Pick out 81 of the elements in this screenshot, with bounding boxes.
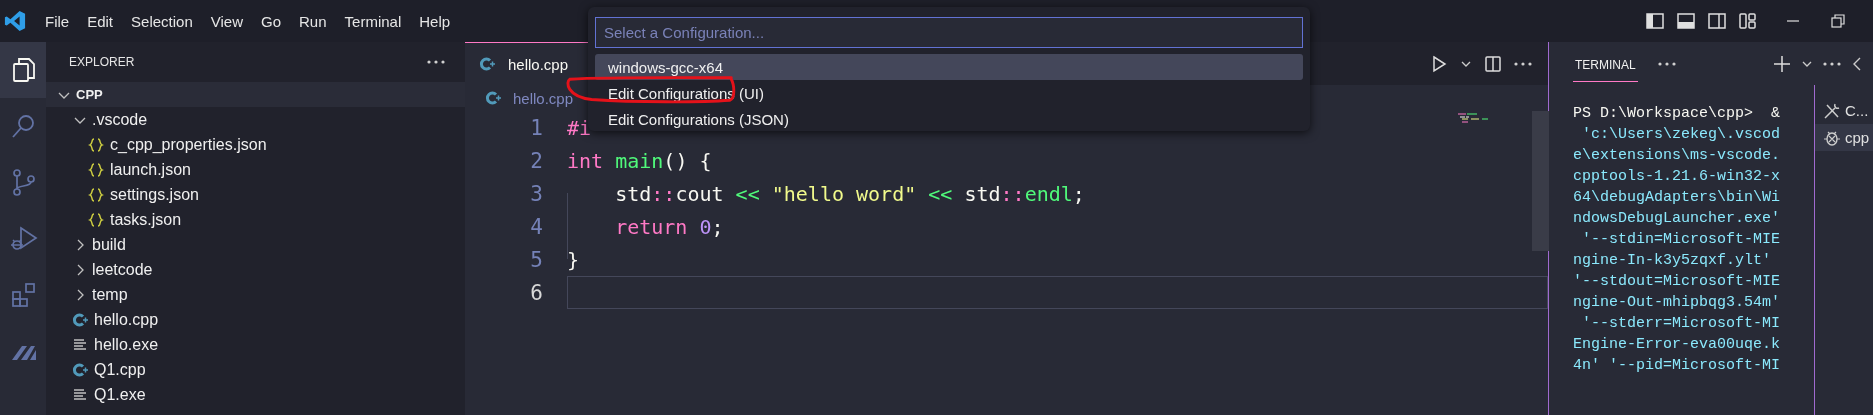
file-name[interactable]: c_cpp_properties.json [110, 135, 267, 154]
folder-name[interactable]: build [92, 235, 126, 254]
terminal-line: 4n' '--pid=Microsoft-MI [1573, 356, 1782, 376]
chevron-left-icon[interactable] [1851, 56, 1863, 71]
breadcrumb-item[interactable]: hello.cpp [513, 89, 574, 107]
folder-name[interactable]: CPP [76, 87, 103, 102]
file-name[interactable]: hello.exe [94, 335, 159, 354]
folder-name[interactable]: temp [92, 285, 128, 304]
run-icon[interactable] [1430, 54, 1448, 73]
split-editor-icon[interactable] [1484, 54, 1502, 73]
file-name[interactable]: tasks.json [110, 210, 182, 229]
c-file-icon [72, 361, 88, 378]
terminal-line: Engine-Error-eva00uqe.k [1573, 335, 1782, 355]
terminal-line: 'c:\Users\zekeg\.vscod [1581, 125, 1782, 145]
c-file-icon [72, 311, 88, 328]
sidebar-toggle-icon[interactable] [1646, 12, 1664, 30]
line-number: 3 [529, 181, 543, 206]
menu-item[interactable]: Go [252, 8, 290, 34]
more-icon[interactable] [1657, 61, 1676, 66]
editor-tab[interactable]: hello.cpp [465, 42, 589, 85]
file-name[interactable]: hello.cpp [94, 310, 159, 329]
code-line: int main() { [567, 148, 712, 173]
terminal-line: ngine-Out-mhipbqg3.54m' [1573, 293, 1782, 313]
terminal-line: '--stdin=Microsoft-MIE [1581, 230, 1782, 250]
configuration-option[interactable]: Edit Configurations (JSON) [595, 106, 1303, 132]
more-icon[interactable] [427, 60, 445, 64]
braces-icon [88, 211, 104, 228]
menu-item[interactable]: Run [290, 8, 336, 34]
terminal-line: '--stderr=Microsoft-MI [1581, 314, 1782, 334]
scrollbar[interactable] [1532, 111, 1549, 251]
more-icon[interactable] [1514, 61, 1532, 66]
layout-icon[interactable] [1739, 12, 1757, 30]
terminal-session[interactable]: cpp [1815, 124, 1873, 151]
terminal-line: '--stdout=Microsoft-MIE [1573, 272, 1782, 292]
file-name[interactable]: launch.json [110, 160, 191, 179]
menu-item[interactable]: Selection [122, 8, 202, 34]
explorer-icon[interactable] [0, 42, 46, 98]
text-file-icon [72, 336, 88, 353]
line-number: 1 [529, 115, 543, 140]
terminal-line: ngine-In-k3y5zqxf.ylt' [1573, 251, 1773, 271]
restore-icon[interactable] [1829, 12, 1847, 30]
braces-icon [88, 161, 104, 178]
braces-icon [88, 136, 104, 153]
code-line: return 0; [614, 214, 724, 239]
tools-icon [1823, 101, 1841, 120]
panel-toggle-icon[interactable] [1677, 12, 1695, 30]
line-number: 2 [529, 148, 543, 173]
configuration-option[interactable]: windows-gcc-x64 [595, 54, 1303, 80]
terminal-line: ndowsDebugLauncher.exe' [1573, 209, 1782, 229]
file-name[interactable]: settings.json [110, 185, 199, 204]
terminal-line: cpptools-1.21.6-win32-x [1573, 167, 1782, 187]
menu-item[interactable]: File [36, 8, 79, 34]
code-line: #i [567, 115, 592, 140]
c-file-icon [479, 56, 495, 72]
configuration-search-field[interactable]: Select a Configuration... [595, 17, 1303, 48]
terminal-line: PS D:\Workspace\cpp> & [1573, 104, 1782, 124]
menu-item[interactable]: Help [410, 8, 460, 34]
braces-icon [88, 186, 104, 203]
terminal-line: 64\debugAdapters\bin\Wi [1573, 188, 1782, 208]
line-number: 4 [529, 214, 543, 239]
file-name[interactable]: Q1.cpp [94, 360, 146, 379]
more-icon[interactable] [1823, 61, 1841, 66]
text-file-icon [72, 386, 88, 403]
secondary-sidebar-icon[interactable] [1708, 12, 1726, 30]
code-line: std::cout << "hello word" << std::endl; [614, 181, 1085, 206]
terminal-session[interactable]: C... [1815, 97, 1873, 124]
line-number: 5 [529, 247, 543, 272]
app-logo-icon [4, 10, 26, 32]
line-number: 6 [529, 280, 543, 305]
menu-item[interactable]: Edit [78, 8, 123, 34]
terminal-line: e\extensions\ms-vscode. [1573, 146, 1782, 166]
plus-icon[interactable] [1773, 54, 1791, 73]
menu-item[interactable]: Terminal [335, 8, 411, 34]
folder-name[interactable]: .vscode [92, 110, 148, 129]
code-line: } [567, 247, 580, 272]
sidebar-title: EXPLORER [69, 55, 135, 69]
folder-name[interactable]: leetcode [92, 260, 153, 279]
file-name[interactable]: Q1.exe [94, 385, 146, 404]
terminal-tab[interactable]: TERMINAL [1573, 45, 1638, 82]
c-file-icon [485, 90, 501, 106]
menu-item[interactable]: View [201, 8, 252, 34]
